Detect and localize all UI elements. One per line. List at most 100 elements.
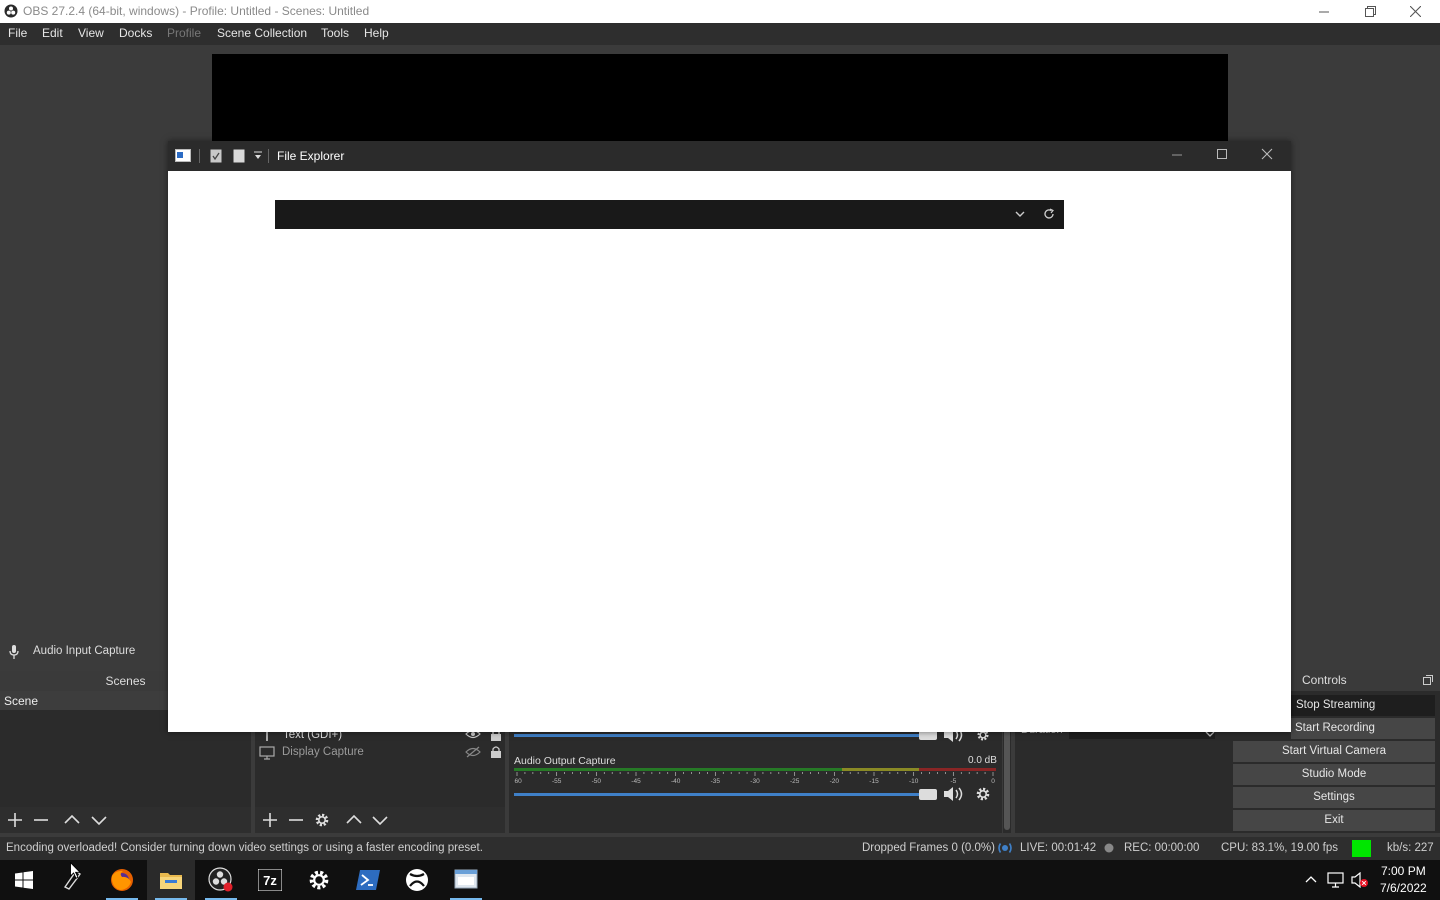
menu-help[interactable]: Help (364, 26, 389, 40)
scenes-toolbar (0, 807, 251, 833)
controls-header-label: Controls (1302, 673, 1347, 687)
file-explorer-window[interactable]: File Explorer (168, 141, 1291, 732)
meter-tick-label: -55 (552, 778, 562, 785)
meter-tick-label: -5 (950, 778, 956, 785)
menu-profile[interactable]: Profile (167, 26, 201, 40)
meter-tick-label: -45 (631, 778, 641, 785)
menu-file[interactable]: File (8, 26, 27, 40)
undock-icon[interactable] (1423, 675, 1433, 685)
studio-mode-button[interactable]: Studio Mode (1233, 764, 1435, 785)
taskbar-time[interactable]: 7:00 PM (1381, 864, 1426, 878)
scene-item-label: Scene (4, 694, 39, 708)
live-time: LIVE: 00:01:42 (1020, 842, 1097, 854)
preview-canvas[interactable] (212, 54, 1228, 142)
window-app-icon[interactable] (442, 860, 490, 900)
scene-transitions-dock: Duration 300 ms (1015, 724, 1229, 833)
obs-icon[interactable] (197, 860, 245, 900)
start-recording-button[interactable]: Start Recording (1291, 718, 1435, 739)
menu-bar: File Edit View Docks Profile Scene Colle… (0, 23, 1440, 45)
window-title: OBS 27.2.4 (64-bit, windows) - Profile: … (23, 4, 370, 18)
hidden-eye-icon[interactable] (465, 746, 481, 758)
add-source-button[interactable] (263, 813, 277, 827)
settings-icon[interactable] (295, 860, 343, 900)
status-bar: Encoding overloaded! Consider turning do… (0, 837, 1440, 860)
rec-time: REC: 00:00:00 (1124, 842, 1200, 854)
menu-view[interactable]: View (78, 26, 104, 40)
settings-button[interactable]: Settings (1233, 787, 1435, 808)
status-message: Encoding overloaded! Consider turning do… (6, 842, 483, 854)
svg-text:7z: 7z (263, 873, 277, 888)
volume-muted-icon[interactable] (1351, 872, 1369, 888)
source-item-label: Display Capture (282, 746, 364, 758)
menu-tools[interactable]: Tools (321, 26, 349, 40)
meter-scale: -60-55-50-45-40-35-30-25-20-15-10-50 (514, 772, 995, 785)
properties-icon[interactable] (210, 149, 222, 163)
mixer-settings-gear-icon[interactable] (975, 786, 991, 802)
meter-tick-label: -50 (592, 778, 602, 785)
mixer-scrollbar[interactable] (1003, 728, 1011, 833)
dropped-frames: Dropped Frames 0 (0.0%) (862, 842, 995, 854)
minimize-button[interactable] (1301, 0, 1347, 23)
firefox-icon[interactable] (98, 860, 146, 900)
source-item[interactable]: Display Capture (255, 745, 505, 761)
minimize-button[interactable] (1171, 149, 1183, 161)
stop-streaming-button[interactable]: Stop Streaming (1291, 695, 1435, 716)
exit-button[interactable]: Exit (1233, 810, 1435, 831)
move-source-up-button[interactable] (346, 813, 362, 827)
source-properties-gear-icon[interactable] (314, 812, 330, 828)
move-scene-up-button[interactable] (64, 813, 80, 827)
meter-tick-label: -35 (711, 778, 721, 785)
file-explorer-icon[interactable] (147, 860, 195, 900)
volume-slider[interactable] (514, 793, 928, 796)
chevron-down-icon[interactable] (1205, 731, 1215, 738)
volume-slider[interactable] (514, 734, 928, 737)
menu-docks[interactable]: Docks (119, 26, 152, 40)
volume-slider-handle[interactable] (919, 789, 937, 800)
audio-input-row[interactable]: Audio Input Capture (0, 637, 168, 667)
menu-edit[interactable]: Edit (42, 26, 63, 40)
powershell-icon[interactable] (344, 860, 392, 900)
toolbar-separator (199, 149, 200, 163)
meter-tick-label: -25 (790, 778, 800, 785)
start-icon[interactable] (0, 860, 48, 900)
address-bar[interactable] (275, 200, 1064, 229)
restore-button[interactable] (1347, 0, 1393, 23)
sources-toolbar (255, 807, 505, 833)
meter-tick-label: 0 (991, 778, 995, 785)
live-broadcast-icon (996, 841, 1014, 855)
maximize-button[interactable] (1216, 148, 1228, 160)
speaker-icon[interactable] (943, 786, 967, 802)
window-titlebar: OBS 27.2.4 (64-bit, windows) - Profile: … (0, 0, 1440, 23)
remove-scene-button[interactable] (34, 813, 48, 827)
close-button[interactable] (1261, 148, 1273, 160)
remove-source-button[interactable] (289, 813, 303, 827)
move-source-down-button[interactable] (372, 813, 388, 827)
toolbar-separator (268, 149, 269, 163)
network-icon[interactable] (1327, 872, 1344, 888)
meter-tick-label: -40 (671, 778, 681, 785)
7zip-icon[interactable]: 7z (246, 860, 294, 900)
file-explorer-title: File Explorer (277, 149, 345, 163)
meter-tick-label: -10 (909, 778, 919, 785)
start-virtual-camera-button[interactable]: Start Virtual Camera (1233, 741, 1435, 762)
display-capture-icon (259, 746, 275, 760)
chevron-down-icon[interactable] (1015, 211, 1025, 218)
meter-tick-label: -20 (830, 778, 840, 785)
file-explorer-titlebar[interactable]: File Explorer (168, 141, 1291, 171)
xbox-icon[interactable] (393, 860, 441, 900)
audio-mixer: Audio Output Capture 0.0 dB -60-55-50-45… (509, 728, 1002, 833)
quick-access-dropdown-icon[interactable] (254, 151, 262, 160)
refresh-icon[interactable] (1043, 208, 1055, 220)
bitrate: kb/s: 227 (1387, 842, 1434, 854)
sources-list: Text (GDI+) Display Capture (255, 728, 505, 807)
new-folder-icon[interactable] (233, 149, 245, 163)
add-scene-button[interactable] (8, 813, 22, 827)
taskbar-date[interactable]: 7/6/2022 (1380, 881, 1427, 895)
move-scene-down-button[interactable] (91, 813, 107, 827)
close-button[interactable] (1392, 0, 1438, 23)
show-hidden-icons-chevron-icon[interactable] (1305, 875, 1317, 883)
meter-tick-label: -30 (750, 778, 760, 785)
obs-logo-icon (4, 4, 18, 18)
menu-scene-collection[interactable]: Scene Collection (217, 26, 307, 40)
lock-icon[interactable] (490, 745, 502, 759)
